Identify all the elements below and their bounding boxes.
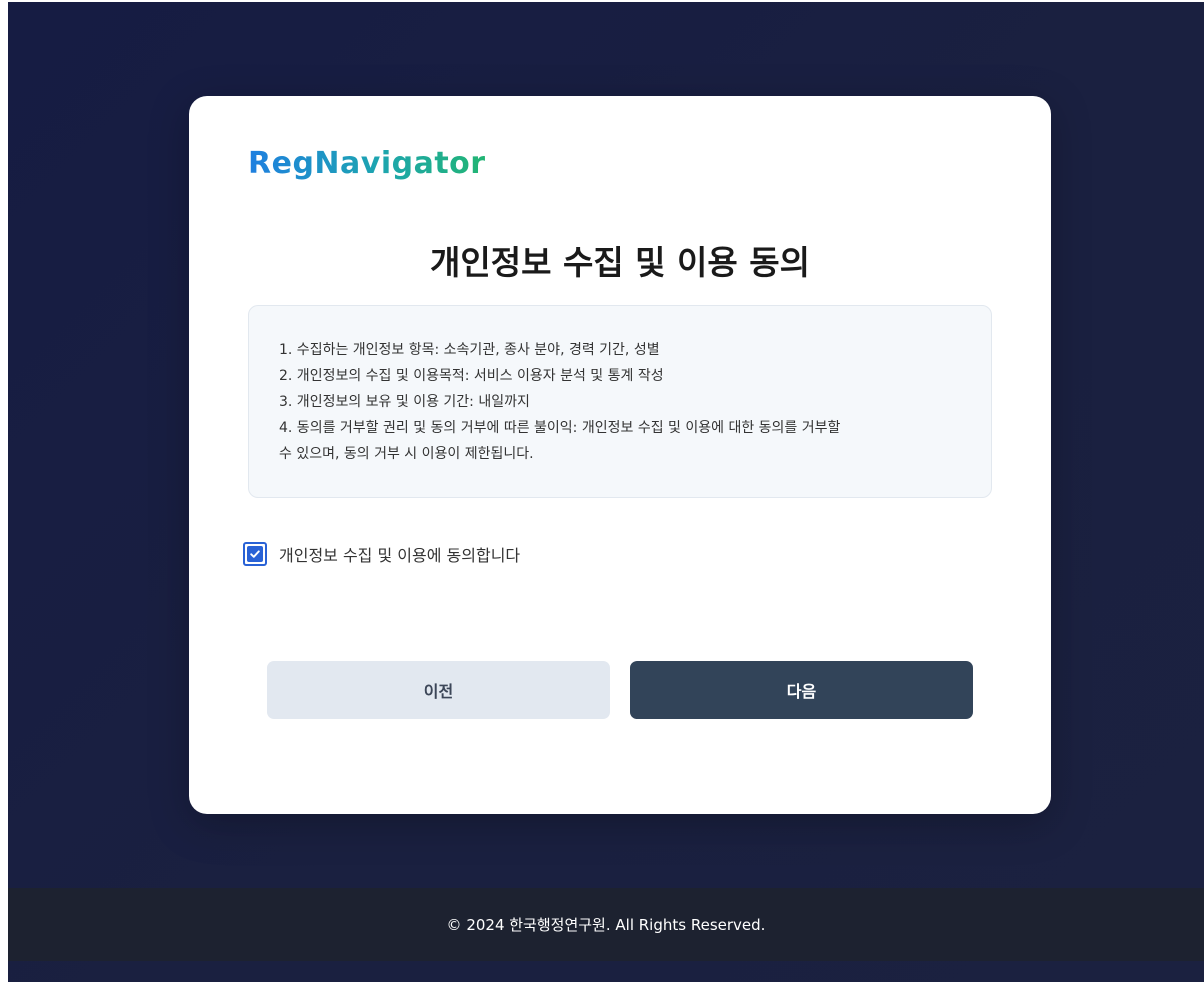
next-button[interactable]: 다음 <box>630 661 973 719</box>
privacy-notice-box: 1. 수집하는 개인정보 항목: 소속기관, 종사 분야, 경력 기간, 성별 … <box>248 305 992 498</box>
notice-item: 3. 개인정보의 보유 및 이용 기간: 내일까지 <box>279 394 530 410</box>
check-icon <box>247 546 263 562</box>
page-background: RegNavigator 개인정보 수집 및 이용 동의 1. 수집하는 개인정… <box>8 2 1204 982</box>
consent-card: RegNavigator 개인정보 수집 및 이용 동의 1. 수집하는 개인정… <box>189 96 1051 814</box>
prev-button[interactable]: 이전 <box>267 661 610 719</box>
notice-item: 1. 수집하는 개인정보 항목: 소속기관, 종사 분야, 경력 기간, 성별 <box>279 342 660 358</box>
consent-checkbox[interactable] <box>243 542 267 566</box>
notice-item: 수 있으며, 동의 거부 시 이용이 제한됩니다. <box>279 446 534 462</box>
consent-agree-row[interactable]: 개인정보 수집 및 이용에 동의합니다 <box>243 540 520 568</box>
notice-item: 2. 개인정보의 수집 및 이용목적: 서비스 이용자 분석 및 통계 작성 <box>279 368 664 384</box>
regnavigator-logo: RegNavigator <box>248 146 486 181</box>
copyright-text: © 2024 한국행정연구원. All Rights Reserved. <box>446 916 766 934</box>
notice-item: 4. 동의를 거부할 권리 및 동의 거부에 따른 불이익: 개인정보 수집 및… <box>279 420 841 436</box>
consent-checkbox-label[interactable]: 개인정보 수집 및 이용에 동의합니다 <box>279 542 520 566</box>
page-title: 개인정보 수집 및 이용 동의 <box>430 243 810 282</box>
footer: © 2024 한국행정연구원. All Rights Reserved. <box>8 888 1204 961</box>
